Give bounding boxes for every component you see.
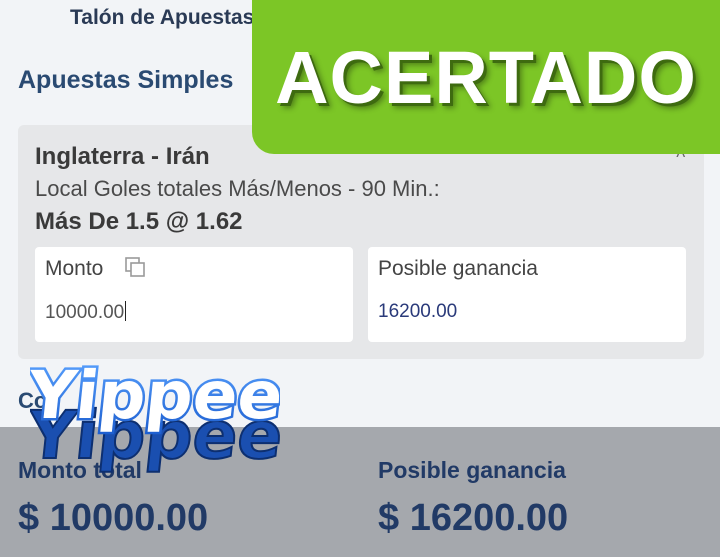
page-header-title: Talón de Apuestas xyxy=(70,6,255,29)
stake-label: Monto xyxy=(45,257,104,280)
bet-market: Local Goles totales Más/Menos - 90 Min.: xyxy=(35,176,440,201)
acertado-text: ACERTADO xyxy=(275,35,697,119)
payout-value: 16200.00 xyxy=(378,301,458,322)
total-stake-value: $ 10000.00 xyxy=(18,497,209,539)
section-title: Apuestas Simples xyxy=(18,66,234,94)
bet-card: Inglaterra - Irán ˄ Local Goles totales … xyxy=(18,125,704,359)
stake-input-value: 10000.00 xyxy=(45,302,125,323)
total-payout-value: $ 16200.00 xyxy=(378,497,569,539)
yippee-sticker: Yippee! Yippee! xyxy=(30,360,280,475)
stake-input[interactable]: 10000.00 xyxy=(45,301,127,324)
payout-field: Posible ganancia 16200.00 xyxy=(368,247,686,342)
copy-icon[interactable] xyxy=(123,255,147,279)
total-payout-label: Posible ganancia xyxy=(378,457,566,483)
bet-match-name: Inglaterra - Irán xyxy=(35,143,210,170)
yippee-text: Yippee! xyxy=(30,360,280,434)
bet-selection: Más De 1.5 @ 1.62 xyxy=(35,208,243,235)
payout-label: Posible ganancia xyxy=(378,257,538,280)
text-cursor xyxy=(125,301,127,321)
stake-field[interactable]: Monto 10000.00 xyxy=(35,247,353,342)
acertado-sticker: ACERTADO xyxy=(252,0,720,154)
